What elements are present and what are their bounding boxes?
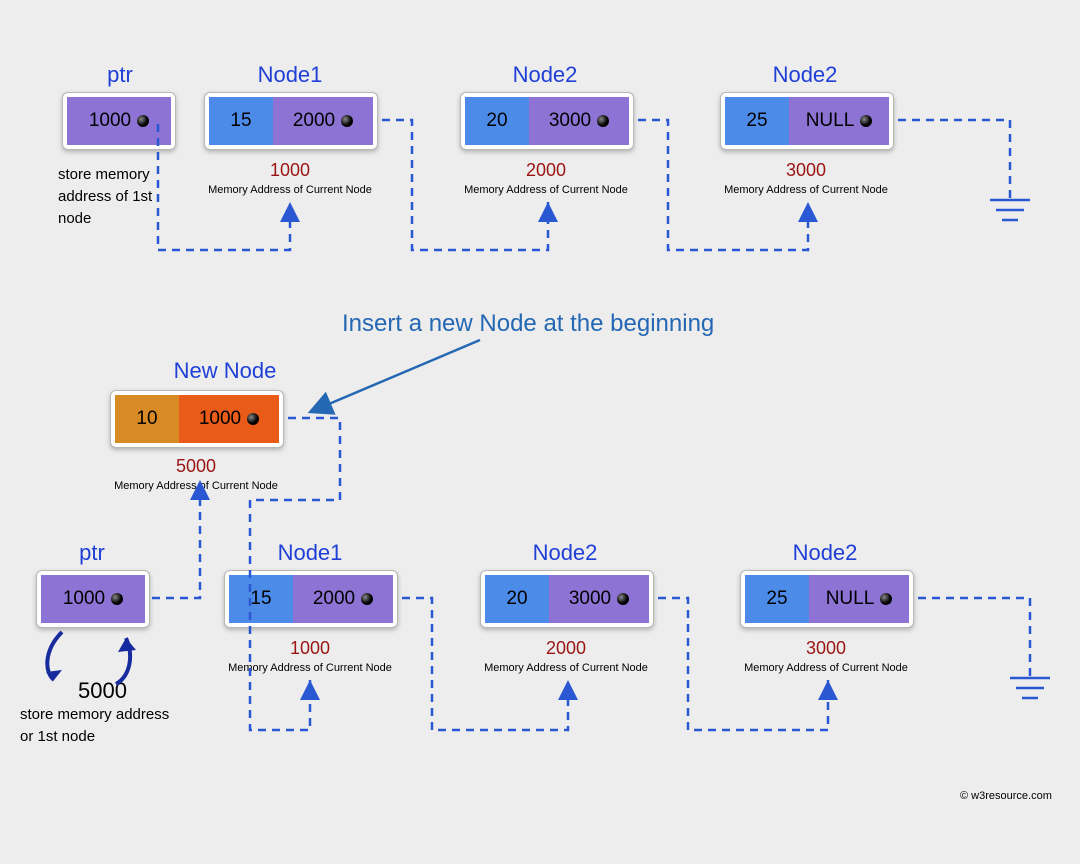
copyright-text: © w3resource.com: [960, 790, 1052, 802]
pointer-dot-icon: [860, 115, 872, 127]
ptr-value-text-bottom: 1000: [63, 588, 105, 610]
node2-data-cell: 20: [465, 97, 529, 145]
node2-next-cell: 3000: [529, 97, 629, 145]
pointer-dot-icon: [111, 593, 123, 605]
ptr-label-bottom: ptr: [52, 540, 132, 566]
node3-address-bottom: 3000: [716, 638, 936, 659]
newnode-data-text: 10: [136, 408, 157, 430]
node3-label-top: Node2: [740, 62, 870, 88]
ptr-value-text: 1000: [89, 110, 131, 132]
pointer-dot-icon: [247, 413, 259, 425]
node3-data-text: 25: [746, 110, 767, 132]
node2b-data-cell: 20: [485, 575, 549, 623]
node3b-next-cell: NULL: [809, 575, 909, 623]
node2-address-bottom: 2000: [456, 638, 676, 659]
pointer-dot-icon: [880, 593, 892, 605]
node1b-next-cell: 2000: [293, 575, 393, 623]
node2-data-text: 20: [486, 110, 507, 132]
node1b-data-cell: 15: [229, 575, 293, 623]
node2-box-bottom: 20 3000: [480, 570, 654, 628]
pointer-dot-icon: [361, 593, 373, 605]
node2-box-top: 20 3000: [460, 92, 634, 150]
node1-note-bottom: Memory Address of Current Node: [200, 662, 420, 674]
node1b-next-text: 2000: [313, 588, 355, 610]
ptr-value-cell-bottom: 1000: [41, 575, 145, 623]
node3-note-bottom: Memory Address of Current Node: [716, 662, 936, 674]
newnode-box: 10 1000: [110, 390, 284, 448]
node3-box-top: 25 NULL: [720, 92, 894, 150]
node1-data-text: 15: [230, 110, 251, 132]
ptr-box-top: 1000: [62, 92, 176, 150]
ptr-caption-bottom: store memory address or 1st node: [20, 704, 169, 748]
node2-note-top: Memory Address of Current Node: [436, 184, 656, 196]
node2-next-text: 3000: [549, 110, 591, 132]
node3b-data-cell: 25: [745, 575, 809, 623]
newnode-label: New Node: [150, 358, 300, 384]
node2-label-bottom: Node2: [500, 540, 630, 566]
node1-label-bottom: Node1: [245, 540, 375, 566]
node2b-next-text: 3000: [569, 588, 611, 610]
node2-address-top: 2000: [436, 160, 656, 181]
node1-next-text: 2000: [293, 110, 335, 132]
node2b-data-text: 20: [506, 588, 527, 610]
node3-data-cell: 25: [725, 97, 789, 145]
node3-next-cell: NULL: [789, 97, 889, 145]
ptr-update-value: 5000: [78, 678, 127, 704]
ptr-value-cell: 1000: [67, 97, 171, 145]
ptr-caption-top: store memory address of 1st node: [58, 164, 152, 230]
pointer-dot-icon: [341, 115, 353, 127]
node2b-next-cell: 3000: [549, 575, 649, 623]
node1-next-cell: 2000: [273, 97, 373, 145]
pointer-dot-icon: [597, 115, 609, 127]
newnode-data-cell: 10: [115, 395, 179, 443]
pointer-dot-icon: [617, 593, 629, 605]
newnode-note: Memory Address of Current Node: [86, 480, 306, 492]
node1-note-top: Memory Address of Current Node: [180, 184, 400, 196]
pointer-dot-icon: [137, 115, 149, 127]
node1-box-bottom: 15 2000: [224, 570, 398, 628]
node1-box-top: 15 2000: [204, 92, 378, 150]
node2-label-top: Node2: [480, 62, 610, 88]
node3-box-bottom: 25 NULL: [740, 570, 914, 628]
ptr-label-top: ptr: [80, 62, 160, 88]
node2-note-bottom: Memory Address of Current Node: [456, 662, 676, 674]
ptr-box-bottom: 1000: [36, 570, 150, 628]
newnode-address: 5000: [86, 456, 306, 477]
node3b-data-text: 25: [766, 588, 787, 610]
node1-data-cell: 15: [209, 97, 273, 145]
node3-next-text: NULL: [806, 110, 855, 132]
action-title: Insert a new Node at the beginning: [342, 310, 714, 338]
newnode-next-cell: 1000: [179, 395, 279, 443]
node3b-next-text: NULL: [826, 588, 875, 610]
node1b-data-text: 15: [250, 588, 271, 610]
node1-address-bottom: 1000: [200, 638, 420, 659]
newnode-next-text: 1000: [199, 408, 241, 430]
node1-label-top: Node1: [225, 62, 355, 88]
node3-note-top: Memory Address of Current Node: [696, 184, 916, 196]
node1-address-top: 1000: [180, 160, 400, 181]
node3-label-bottom: Node2: [760, 540, 890, 566]
node3-address-top: 3000: [696, 160, 916, 181]
